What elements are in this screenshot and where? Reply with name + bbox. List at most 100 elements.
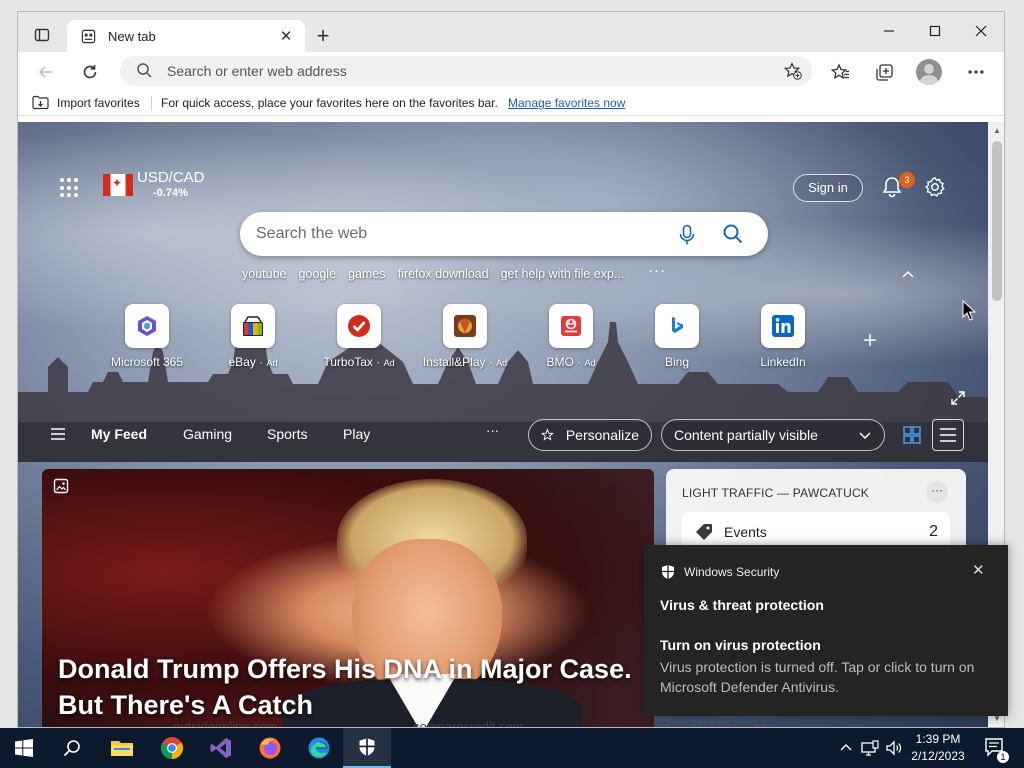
- address-bar[interactable]: Search or enter web address: [120, 56, 812, 86]
- web-search-input[interactable]: Search the web: [256, 225, 367, 243]
- feed-navigation: My Feed Gaming Sports Play ··· Personali…: [18, 415, 988, 451]
- windows-security-notification[interactable]: Windows Security ✕ Virus & threat protec…: [644, 545, 1008, 716]
- search-icon: [137, 63, 152, 78]
- notification-title: Virus & threat protection: [660, 597, 824, 613]
- tab-my-feed[interactable]: My Feed: [91, 426, 147, 442]
- quick-link-label: eBay: [228, 355, 256, 369]
- start-button[interactable]: [0, 728, 48, 768]
- add-favorite-icon[interactable]: [784, 62, 802, 80]
- trending-searches: youtube google games firefox download ge…: [242, 267, 624, 281]
- volume-button[interactable]: [884, 738, 904, 758]
- feed-source-strip: outsideonline.com comparecredit.com atla…: [18, 719, 988, 728]
- tab-new-tab[interactable]: New tab ✕: [67, 20, 305, 52]
- quick-link-turbotax[interactable]: TurboTax · Ad: [306, 304, 412, 369]
- hero-news-card[interactable]: Donald Trump Offers His DNA in Major Cas…: [42, 469, 654, 727]
- import-favorites-label: Import favorites: [57, 95, 140, 110]
- quick-link-ebay[interactable]: eBay · Ad: [200, 304, 306, 369]
- events-count: 2: [929, 523, 938, 540]
- favorites-button[interactable]: [826, 58, 854, 86]
- windows-security-taskbar-button[interactable]: [343, 728, 391, 768]
- trending-more-button[interactable]: ···: [648, 262, 666, 279]
- trending-item[interactable]: get help with file exp...: [501, 267, 625, 281]
- chevron-down-icon: [859, 432, 871, 440]
- search-taskbar-button[interactable]: [48, 728, 96, 768]
- source-label: outsideonline.com: [173, 719, 278, 728]
- firefox-icon: [259, 737, 281, 759]
- app-launcher-button[interactable]: [60, 178, 80, 198]
- quick-link-bmo[interactable]: BMO · Ad: [518, 304, 624, 369]
- add-quick-link-button[interactable]: +: [863, 327, 877, 355]
- page-settings-gear-icon[interactable]: [924, 176, 946, 198]
- notification-body: Virus protection is turned off. Tap or c…: [660, 659, 975, 695]
- quick-link-microsoft-365[interactable]: Microsoft 365: [94, 304, 200, 369]
- microsoft365-icon: [125, 304, 169, 348]
- minimize-icon: [884, 30, 894, 32]
- sign-in-button[interactable]: Sign in: [793, 174, 863, 202]
- tab-gaming[interactable]: Gaming: [183, 426, 232, 442]
- refresh-icon: [83, 65, 97, 79]
- traffic-more-button[interactable]: ···: [926, 481, 948, 503]
- close-notification-button[interactable]: ✕: [972, 561, 985, 579]
- scroll-up-arrow[interactable]: ▲: [988, 126, 1004, 135]
- import-favorites-button[interactable]: Import favorites: [32, 95, 140, 110]
- close-tab-button[interactable]: ✕: [277, 27, 295, 45]
- edge-taskbar-button[interactable]: [295, 728, 343, 768]
- web-search-box[interactable]: Search the web: [240, 212, 768, 256]
- quick-link-linkedin[interactable]: LinkedIn: [730, 304, 836, 369]
- trending-item[interactable]: youtube: [242, 267, 286, 281]
- tab-actions-menu-button[interactable]: [27, 22, 57, 48]
- scrollbar-thumb[interactable]: [992, 141, 1002, 301]
- microphone-icon[interactable]: [678, 224, 696, 246]
- trending-item[interactable]: firefox download: [398, 267, 489, 281]
- tab-sports[interactable]: Sports: [267, 426, 307, 442]
- minimize-button[interactable]: [866, 12, 912, 50]
- quick-link-label: TurboTax: [323, 355, 373, 369]
- feed-menu-icon[interactable]: [51, 428, 65, 440]
- bing-icon: [655, 304, 699, 348]
- currency-pair: USD/CAD: [137, 169, 205, 186]
- feed-tabs-more-button[interactable]: ···: [486, 423, 499, 438]
- chrome-taskbar-button[interactable]: [148, 728, 196, 768]
- new-tab-button[interactable]: +: [310, 24, 336, 50]
- shield-icon: [662, 565, 674, 579]
- expand-background-icon[interactable]: [951, 391, 965, 405]
- manage-favorites-link[interactable]: Manage favorites now: [508, 96, 625, 110]
- search-icon: [63, 740, 80, 757]
- clock-time: 1:39 PM: [915, 732, 961, 746]
- network-button[interactable]: [860, 738, 880, 758]
- settings-and-more-button[interactable]: [962, 58, 990, 86]
- profile-avatar[interactable]: [916, 59, 942, 85]
- list-layout-button[interactable]: [932, 419, 964, 451]
- address-input[interactable]: Search or enter web address: [167, 63, 347, 79]
- ad-label: Ad: [496, 358, 508, 368]
- content-visibility-dropdown[interactable]: Content partially visible: [661, 419, 885, 451]
- search-submit-icon[interactable]: [722, 223, 744, 245]
- file-explorer-taskbar-button[interactable]: [98, 728, 146, 768]
- visual-studio-icon: [210, 738, 231, 758]
- chevron-up-icon[interactable]: [901, 267, 915, 281]
- favorites-star-icon: [830, 62, 849, 79]
- show-hidden-icons-button[interactable]: [836, 738, 856, 758]
- tab-play[interactable]: Play: [343, 426, 370, 442]
- clock-date: 2/12/2023: [911, 749, 965, 763]
- close-window-button[interactable]: [958, 12, 1004, 50]
- quick-link-bing[interactable]: Bing: [624, 304, 730, 369]
- refresh-button[interactable]: [76, 58, 104, 86]
- photo-gallery-icon: [53, 478, 69, 494]
- back-button[interactable]: [32, 58, 60, 86]
- personalize-button[interactable]: Personalize: [528, 419, 652, 451]
- taskbar-clock[interactable]: 1:39 PM 2/12/2023: [906, 731, 970, 765]
- maximize-button[interactable]: [912, 12, 958, 50]
- hero-headline[interactable]: Donald Trump Offers His DNA in Major Cas…: [58, 651, 648, 723]
- quick-link-label: Microsoft 365: [110, 355, 184, 369]
- ad-label: Ad: [266, 358, 278, 368]
- trending-item[interactable]: google: [298, 267, 336, 281]
- action-center-badge: 1: [997, 751, 1009, 763]
- quick-link-installplay[interactable]: Install&Play · Ad: [412, 304, 518, 369]
- trending-item[interactable]: games: [348, 267, 386, 281]
- notification-count-badge: 3: [899, 172, 915, 188]
- collections-button[interactable]: [870, 58, 898, 86]
- visual-studio-taskbar-button[interactable]: [197, 728, 245, 768]
- firefox-taskbar-button[interactable]: [246, 728, 294, 768]
- grid-layout-button[interactable]: [896, 419, 928, 451]
